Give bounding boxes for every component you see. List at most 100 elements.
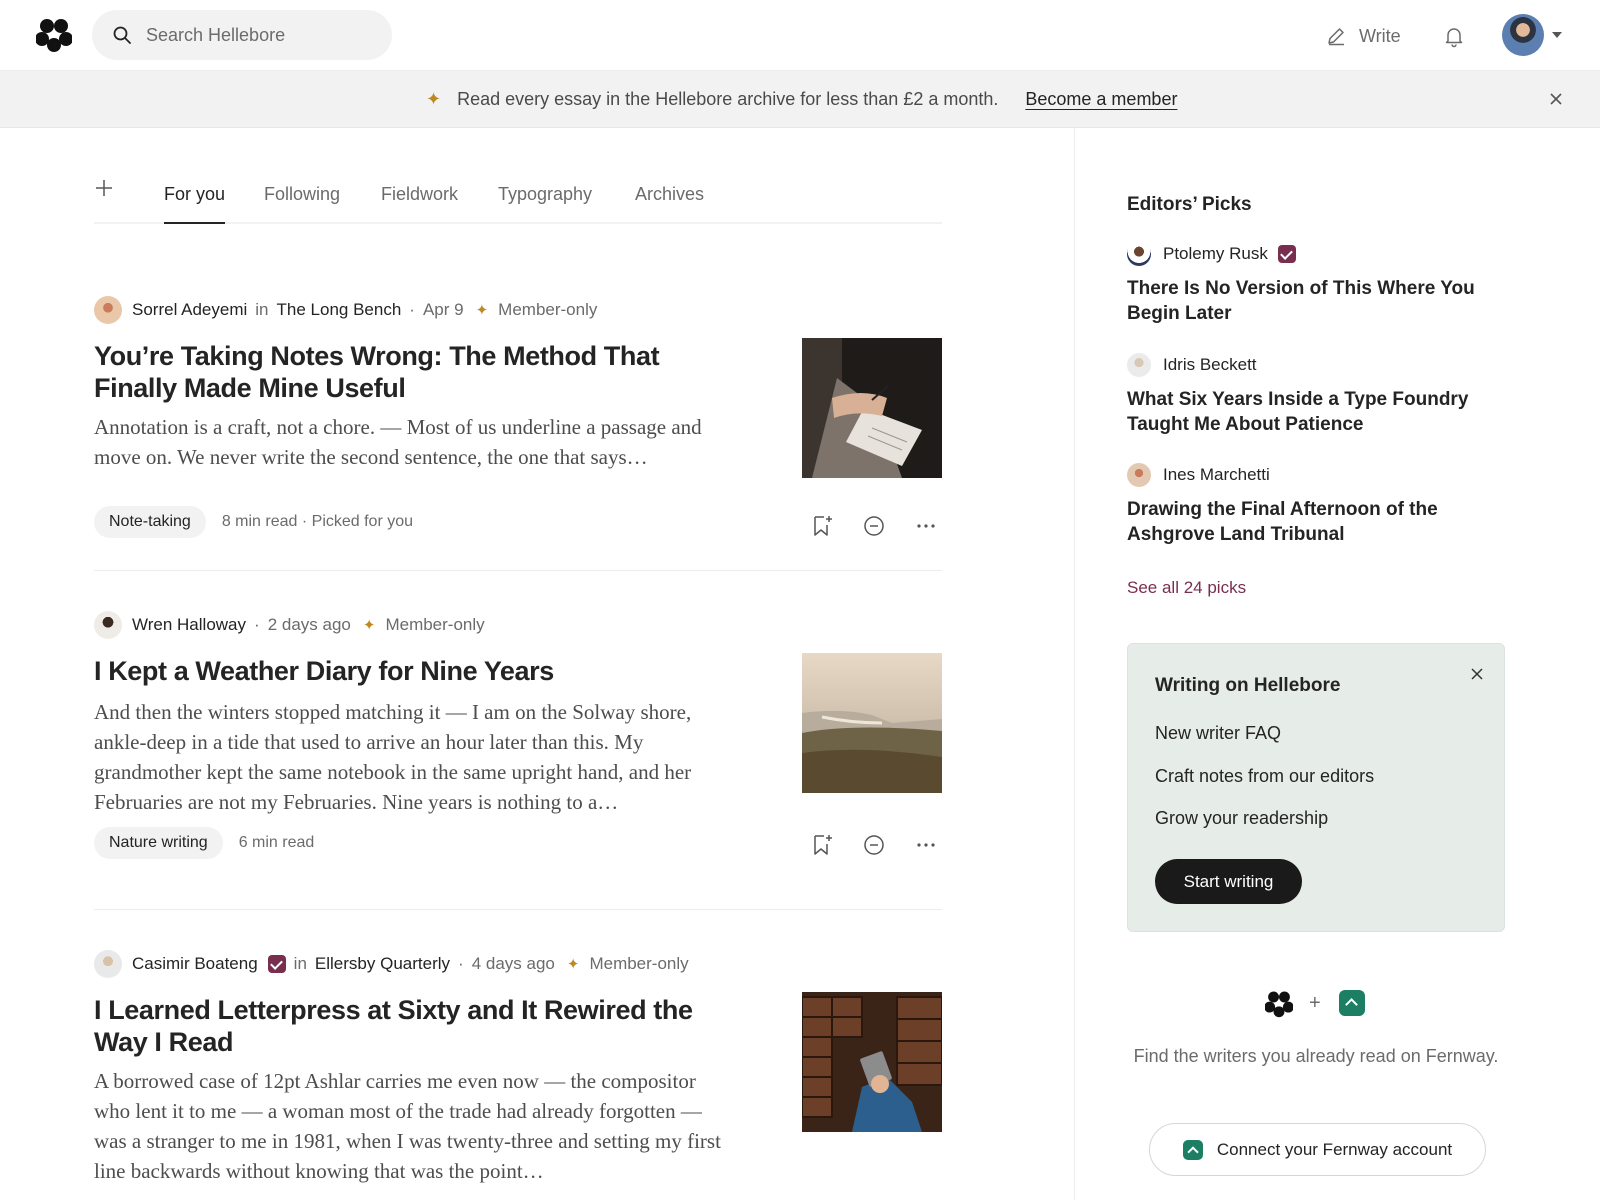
plus-sign: +: [1309, 992, 1321, 1014]
separator-dot: ·: [458, 954, 464, 973]
article-thumbnail[interactable]: [802, 992, 942, 1132]
become-member-link[interactable]: Become a member: [1025, 89, 1177, 110]
feed-tabs: For you Following Fieldwork Typography A…: [94, 172, 942, 224]
tab-archives[interactable]: Archives: [635, 184, 704, 205]
pencil-icon: [1328, 28, 1344, 46]
show-less-icon[interactable]: [862, 833, 886, 857]
thumbnail-image: [802, 992, 942, 1132]
author-name[interactable]: Casimir Boateng: [132, 954, 258, 974]
pick-author[interactable]: Ptolemy Rusk: [1127, 242, 1296, 266]
separator-dot: ·: [254, 615, 260, 634]
member-only-label: Member-only: [385, 615, 485, 634]
publication-name[interactable]: The Long Bench: [277, 300, 402, 320]
article-title[interactable]: I Learned Letterpress at Sixty and It Re…: [94, 994, 734, 1058]
editors-picks-heading: Editors’ Picks: [1127, 194, 1252, 215]
article-meta: Sorrel Adeyemi in The Long Bench · Apr 9…: [94, 296, 597, 324]
member-only-label: Member-only: [589, 954, 689, 973]
fernway-icon: [1182, 1139, 1203, 1160]
tab-fieldwork[interactable]: Fieldwork: [381, 184, 458, 205]
article-actions: [810, 514, 942, 538]
column-divider: [1074, 128, 1075, 1200]
tab-following[interactable]: Following: [264, 184, 340, 205]
connect-button-label: Connect your Fernway account: [1216, 1139, 1453, 1159]
article-actions: [810, 833, 942, 857]
article-title[interactable]: You’re Taking Notes Wrong: The Method Th…: [94, 340, 734, 404]
verified-badge-icon: [1277, 245, 1296, 263]
pick-title[interactable]: Drawing the Final Afternoon of the Ashgr…: [1127, 497, 1497, 547]
user-menu[interactable]: [1502, 14, 1562, 56]
panel-heading: Writing on Hellebore: [1155, 675, 1341, 696]
article-meta: Wren Halloway · 2 days ago ✦ Member-only: [94, 611, 485, 639]
member-star-icon: ✦: [475, 302, 489, 319]
notifications-bell-icon[interactable]: [1442, 24, 1466, 48]
hellebore-logo-icon[interactable]: [36, 18, 72, 52]
writing-on-hellebore-panel: Writing on Hellebore New writer FAQ Craf…: [1127, 643, 1505, 932]
sparkle-icon: ✦: [426, 89, 442, 109]
write-label: Write: [1359, 25, 1401, 46]
article-divider: [94, 909, 942, 910]
article-thumbnail[interactable]: [802, 338, 942, 478]
craft-notes-link[interactable]: Craft notes from our editors: [1155, 766, 1374, 787]
member-only-label: Member-only: [498, 300, 598, 319]
author-avatar: [1127, 463, 1151, 487]
author-name[interactable]: Wren Halloway: [132, 615, 246, 635]
fernway-logo-icon: [1339, 990, 1365, 1016]
thumbnail-image: [802, 653, 942, 793]
thumbnail-image: [802, 338, 942, 478]
topic-chip[interactable]: Nature writing: [94, 827, 223, 859]
member-star-icon: ✦: [566, 956, 580, 973]
grow-readership-link[interactable]: Grow your readership: [1155, 808, 1328, 829]
in-label: in: [255, 300, 269, 319]
author-name[interactable]: Sorrel Adeyemi: [132, 300, 247, 320]
write-button[interactable]: Write: [1325, 23, 1401, 49]
author-avatar: [1127, 242, 1151, 266]
member-star-icon: ✦: [362, 617, 376, 634]
topic-chip[interactable]: Note-taking: [94, 506, 206, 538]
article-excerpt[interactable]: Annotation is a craft, not a chore. — Mo…: [94, 412, 724, 472]
article-footer: Nature writing 6 min read: [94, 827, 314, 859]
author-avatar[interactable]: [94, 296, 122, 324]
read-time: 6 min read: [238, 834, 315, 851]
pick-title[interactable]: What Six Years Inside a Type Foundry Tau…: [1127, 387, 1497, 437]
article-card: Wren Halloway · 2 days ago ✦ Member-only…: [94, 611, 942, 911]
author-name: Idris Beckett: [1163, 355, 1257, 374]
search-input[interactable]: [146, 10, 376, 60]
connect-description: Find the writers you already read on Fer…: [1133, 1046, 1499, 1066]
add-topic-icon[interactable]: [94, 178, 114, 198]
verified-badge-icon: [267, 955, 286, 973]
article-divider: [94, 570, 942, 571]
start-writing-button[interactable]: Start writing: [1155, 859, 1302, 904]
search-icon: [113, 26, 131, 44]
publication-name[interactable]: Ellersby Quarterly: [315, 954, 450, 974]
search-bar: [92, 10, 392, 60]
author-avatar[interactable]: [94, 950, 122, 978]
close-icon[interactable]: [1469, 666, 1485, 682]
pick-title[interactable]: There Is No Version of This Where You Be…: [1127, 276, 1497, 326]
article-meta: Casimir Boateng in Ellersby Quarterly · …: [94, 950, 689, 978]
pick-author[interactable]: Idris Beckett: [1127, 353, 1257, 377]
author-avatar: [1127, 353, 1151, 377]
article-excerpt[interactable]: A borrowed case of 12pt Ashlar carries m…: [94, 1066, 734, 1186]
user-avatar: [1502, 14, 1544, 56]
tab-typography[interactable]: Typography: [498, 184, 592, 205]
bookmark-add-icon[interactable]: [810, 514, 834, 538]
see-all-picks-link[interactable]: See all 24 picks: [1127, 578, 1246, 598]
article-title[interactable]: I Kept a Weather Diary for Nine Years: [94, 655, 734, 687]
in-label: in: [293, 954, 307, 973]
tab-for-you[interactable]: For you: [164, 184, 226, 224]
pick-author[interactable]: Ines Marchetti: [1127, 463, 1270, 487]
more-options-icon[interactable]: [914, 833, 938, 857]
article-excerpt[interactable]: And then the winters stopped matching it…: [94, 697, 734, 817]
bookmark-add-icon[interactable]: [810, 833, 834, 857]
connect-logos: +: [1265, 990, 1369, 1018]
close-icon[interactable]: [1546, 89, 1566, 109]
read-time: 8 min read · Picked for you: [221, 513, 414, 530]
article-thumbnail[interactable]: [802, 653, 942, 793]
new-writer-faq-link[interactable]: New writer FAQ: [1155, 723, 1281, 744]
article-card: Casimir Boateng in Ellersby Quarterly · …: [94, 950, 942, 1200]
connect-fernway-button[interactable]: Connect your Fernway account: [1149, 1123, 1486, 1176]
show-less-icon[interactable]: [862, 514, 886, 538]
author-name: Ines Marchetti: [1163, 465, 1270, 484]
more-options-icon[interactable]: [914, 514, 938, 538]
author-avatar[interactable]: [94, 611, 122, 639]
